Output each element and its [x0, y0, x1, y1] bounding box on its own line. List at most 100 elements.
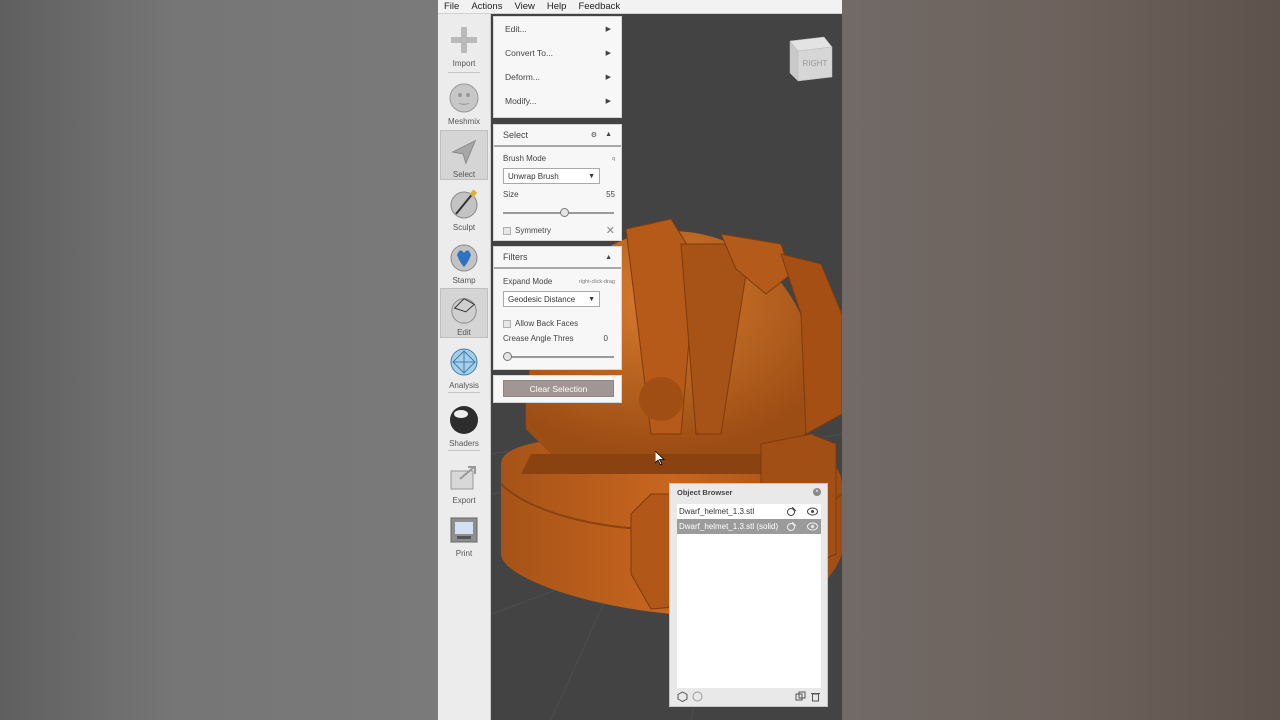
clock-icon[interactable] — [692, 691, 703, 702]
tool-analysis-label: Analysis — [449, 381, 479, 390]
menu-item-modify[interactable]: Modify... ▶ — [494, 89, 621, 113]
tool-edit[interactable]: Edit — [440, 288, 488, 338]
tool-analysis[interactable]: Analysis — [440, 340, 488, 390]
object-name: Dwarf_helmet_1.3.stl — [679, 507, 755, 516]
menu-item-edit-label: Edit... — [505, 24, 527, 34]
edit-menu-panel: Edit... ▶ Convert To... ▶ Deform... ▶ Modif… — [493, 16, 622, 118]
filters-panel-title: Filters — [503, 252, 528, 262]
crease-angle-value: 0 — [603, 334, 608, 343]
allow-back-faces-row: Allow Back Faces — [503, 319, 615, 328]
view-cube-face-label: RIGHT — [803, 59, 828, 68]
list-item[interactable]: Dwarf_helmet_1.3.stl — [677, 504, 821, 519]
collapse-icon[interactable]: ▲ — [605, 254, 612, 261]
pivot-icon[interactable] — [786, 522, 797, 531]
tool-export[interactable]: Export — [440, 455, 488, 505]
tool-select[interactable]: Select — [440, 130, 488, 180]
mouse-cursor-icon — [655, 451, 665, 466]
menu-help[interactable]: Help — [547, 1, 567, 12]
expand-mode-dropdown[interactable]: Geodesic Distance ▼ — [503, 291, 600, 307]
crease-angle-row: Crease Angle Thres 0 — [503, 334, 608, 343]
submenu-arrow-icon: ▶ — [605, 50, 611, 57]
object-browser-footer — [677, 691, 821, 703]
tool-shaders-label: Shaders — [449, 439, 479, 448]
submenu-arrow-icon: ▶ — [605, 74, 611, 81]
brush-mode-row: Brush Mode q — [503, 154, 615, 163]
meshmixer-window: File Actions View Help Feedback RIGHT Im… — [438, 0, 842, 720]
menu-item-convert-to[interactable]: Convert To... ▶ — [494, 41, 621, 65]
crease-angle-slider[interactable] — [503, 356, 614, 358]
allow-back-faces-label: Allow Back Faces — [515, 319, 579, 328]
edit-sphere-icon — [451, 298, 477, 324]
view-cube[interactable]: RIGHT — [784, 33, 834, 83]
tool-shaders[interactable]: Shaders — [440, 398, 488, 448]
select-panel: Select ⚙ ▲ Brush Mode q Unwrap Brush ▼ S… — [493, 124, 622, 241]
size-slider-handle[interactable] — [559, 208, 569, 217]
expand-mode-row: Expand Mode right-click-drag — [503, 277, 615, 286]
tool-import[interactable]: Import — [440, 18, 488, 68]
tool-print[interactable]: Print — [440, 508, 488, 558]
select-panel-title: Select — [503, 130, 529, 140]
brush-mode-dropdown[interactable]: Unwrap Brush ▼ — [503, 168, 600, 184]
symmetry-checkbox[interactable] — [503, 226, 511, 235]
allow-back-faces-checkbox[interactable] — [503, 319, 511, 328]
tools-icon[interactable]: ✕ — [606, 224, 615, 237]
expand-mode-label: Expand Mode — [503, 277, 553, 286]
menu-item-modify-label: Modify... — [505, 96, 537, 106]
brush-mode-hotkey: q — [611, 155, 615, 162]
meshmix-sphere-icon — [449, 83, 479, 113]
menu-item-deform[interactable]: Deform... ▶ — [494, 65, 621, 89]
select-panel-header: Select ⚙ ▲ — [494, 125, 621, 147]
brush-sphere-icon — [450, 189, 478, 219]
divider — [448, 450, 480, 451]
size-row: Size 55 — [503, 190, 615, 199]
menu-feedback[interactable]: Feedback — [578, 1, 620, 12]
size-value: 55 — [606, 190, 615, 199]
clear-selection-container: Clear Selection — [493, 375, 622, 403]
tool-sculpt-label: Sculpt — [452, 223, 476, 232]
dropdown-arrow-icon: ▼ — [588, 295, 595, 303]
clear-selection-button[interactable]: Clear Selection — [503, 380, 614, 397]
list-item[interactable]: Dwarf_helmet_1.3.stl (solid) — [677, 519, 821, 534]
tool-meshmix-label: Meshmix — [447, 117, 480, 126]
plus-icon — [451, 27, 477, 53]
object-browser-title: Object Browser — [677, 488, 733, 497]
tool-export-label: Export — [452, 496, 476, 505]
left-backdrop — [0, 0, 438, 720]
dropdown-arrow-icon: ▼ — [588, 172, 595, 180]
menu-actions[interactable]: Actions — [471, 1, 502, 12]
brush-mode-label: Brush Mode — [503, 154, 547, 163]
object-list: Dwarf_helmet_1.3.stl Dwarf_helmet_1.3.st… — [677, 504, 821, 688]
size-slider[interactable] — [503, 212, 614, 214]
gear-icon[interactable]: ⚙ — [591, 131, 597, 139]
export-icon — [450, 466, 476, 490]
tool-meshmix[interactable]: Meshmix — [440, 76, 488, 126]
filters-panel-header: Filters ▲ — [494, 247, 621, 269]
eye-icon[interactable] — [807, 522, 818, 531]
symmetry-row: Symmetry ✕ — [503, 224, 615, 237]
filters-panel: Filters ▲ Expand Mode right-click-drag G… — [493, 246, 622, 370]
shader-sphere-icon — [450, 406, 478, 434]
eye-icon[interactable] — [807, 507, 818, 516]
menu-item-edit[interactable]: Edit... ▶ — [494, 17, 621, 41]
tool-stamp[interactable]: Stamp — [440, 235, 488, 285]
tool-sculpt[interactable]: Sculpt — [440, 182, 488, 232]
collapse-icon[interactable]: ▲ — [605, 131, 612, 139]
stamp-sphere-icon — [450, 244, 478, 272]
expand-mode-value: Geodesic Distance — [508, 294, 576, 304]
crease-angle-slider-handle[interactable] — [503, 352, 512, 361]
menu-item-convert-to-label: Convert To... — [505, 48, 554, 58]
menu-file[interactable]: File — [444, 1, 459, 12]
menu-view[interactable]: View — [514, 1, 534, 12]
tool-select-label: Select — [452, 170, 476, 179]
menu-bar: File Actions View Help Feedback — [438, 0, 842, 14]
cube-icon[interactable] — [677, 691, 688, 702]
trash-icon[interactable] — [810, 691, 821, 702]
symmetry-label: Symmetry — [515, 226, 551, 235]
close-icon[interactable]: × — [813, 488, 821, 496]
tool-sidebar: Import Meshmix Select Sculpt Stamp Edit … — [438, 14, 491, 720]
expand-mode-hint: right-click-drag — [578, 278, 615, 285]
duplicate-icon[interactable] — [795, 691, 806, 702]
printer-icon — [450, 517, 478, 543]
pivot-icon[interactable] — [786, 507, 797, 516]
divider — [448, 72, 480, 73]
